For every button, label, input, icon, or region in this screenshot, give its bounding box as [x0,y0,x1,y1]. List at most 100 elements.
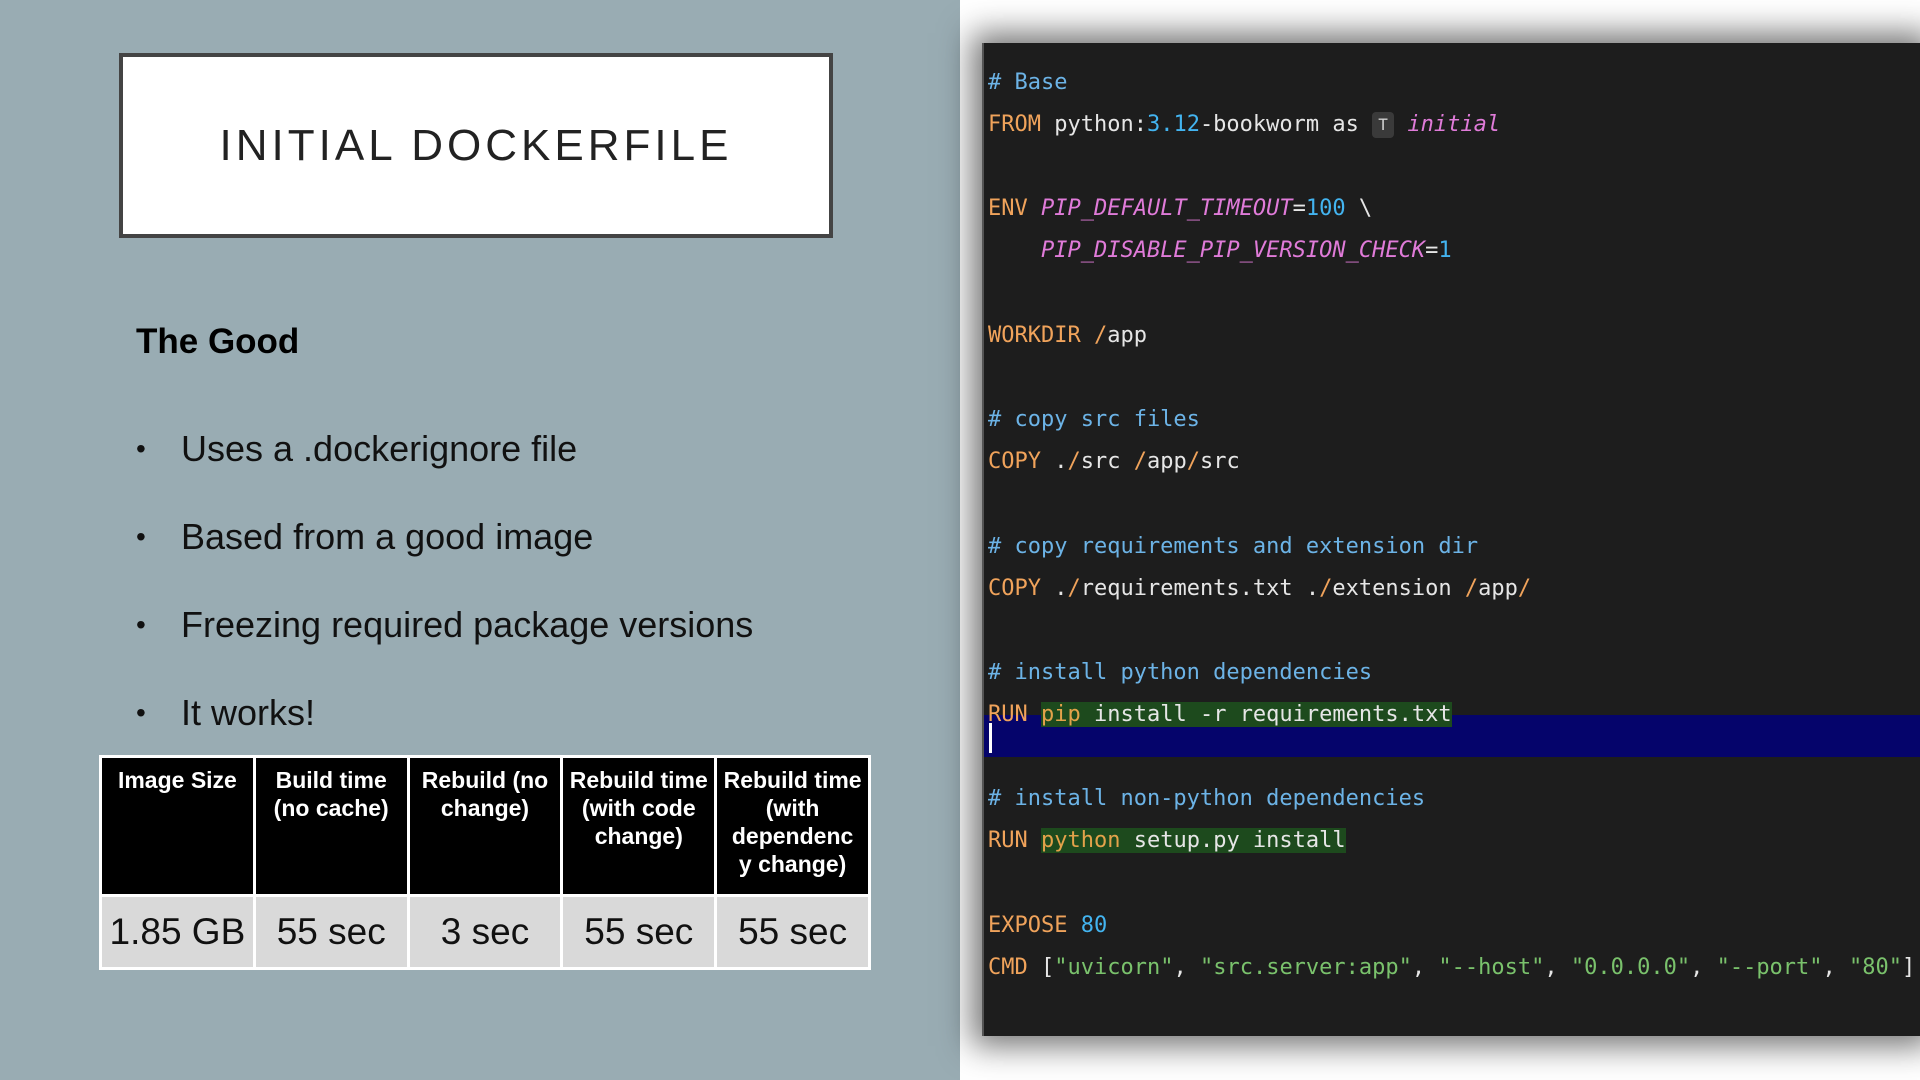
code-text: \ [1345,196,1373,221]
code-text: , [1411,955,1439,980]
code-keyword: WORKDIR [988,323,1081,348]
code-string: "src.server:app" [1199,955,1412,980]
code-text: app [1146,449,1187,474]
code-text: , [1544,955,1571,980]
bullet-item: • It works! [136,669,753,757]
tag-icon[interactable]: T [1372,112,1395,138]
code-variable: PIP_DEFAULT_TIMEOUT [1041,196,1293,221]
code-run-highlight: python setup.py install [1041,828,1346,853]
code-line: COPY ./requirements.txt ./extension /app… [988,568,1531,610]
code-comment: # install non-python dependencies [988,786,1426,811]
subheading: The Good [136,322,300,361]
table-header-cell: Rebuild time (with dependenc y change) [714,755,871,897]
table-header-cell: Build time (no cache) [252,755,410,897]
code-text: requirements.txt . [1080,576,1320,601]
code-number: 100 [1305,196,1346,221]
table-cell: 55 sec [560,894,718,970]
code-keyword: FROM [988,112,1041,137]
bullet-text: Freezing required package versions [181,604,754,645]
code-text: . [1040,449,1068,474]
code-line: RUN python setup.py install [988,820,1346,862]
code-stage-name: initial [1407,112,1501,137]
code-line: RUN pip install -r requirements.txt [988,694,1452,736]
bullet-icon: • [136,433,146,464]
code-operator: / [1067,449,1081,474]
code-text: . [1040,576,1068,601]
title-box: INITIAL DOCKERFILE [119,53,833,238]
code-text: setup.py install [1120,828,1346,853]
code-string: "--port" [1716,955,1823,980]
code-text: [ [1027,955,1055,980]
code-text: src [1199,449,1240,474]
code-string: "--host" [1438,955,1545,980]
code-keyword: EXPOSE [988,913,1068,938]
code-line: EXPOSE 80 [988,905,1107,947]
table-row: 1.85 GB 55 sec 3 sec 55 sec 55 sec [99,894,871,970]
code-comment: # Base [988,70,1068,95]
code-line: WORKDIR /app [988,315,1147,357]
code-keyword: COPY [988,576,1041,601]
code-line: # copy src files [988,399,1200,441]
code-command: python [1041,828,1121,853]
table-cell: 1.85 GB [99,894,256,970]
code-line: # install python dependencies [988,652,1372,694]
code-line: # install non-python dependencies [988,778,1425,820]
code-text: -bookworm as [1199,112,1373,137]
code-line: # Base [988,62,1067,104]
code-command: pip [1041,702,1081,727]
code-operator: / [1186,449,1200,474]
table-cell: 55 sec [714,894,871,970]
bullet-item: • Uses a .dockerignore file [136,405,753,493]
bullet-text: Based from a good image [181,516,594,557]
stats-table: Image Size Build time (no cache) Rebuild… [99,755,871,970]
code-text: , [1690,955,1717,980]
code-keyword: COPY [988,449,1041,474]
code-string: "80" [1849,955,1903,980]
code-keyword: CMD [988,955,1028,980]
code-line: COPY ./src /app/src [988,441,1240,483]
code-text: extension [1332,576,1465,601]
code-line: FROM python:3.12-bookworm as T initial [988,104,1500,146]
code-text: install -r requirements.txt [1080,702,1452,727]
code-text: app [1478,576,1518,601]
bullet-text: Uses a .dockerignore file [181,428,578,469]
code-operator: = [1292,196,1306,221]
code-string: "uvicorn" [1054,955,1174,980]
table-header-cell: Rebuild time (with code change) [560,755,718,897]
code-comment: # copy requirements and extension dir [988,534,1479,559]
code-text: src [1080,449,1134,474]
code-comment: # install python dependencies [988,660,1373,685]
code-operator: / [1517,576,1532,601]
code-operator: / [1067,576,1081,601]
code-operator: / [1319,576,1333,601]
code-operator: / [1464,576,1479,601]
code-line: PIP_DISABLE_PIP_VERSION_CHECK=1 [988,230,1452,272]
code-editor[interactable]: # Base FROM python:3.12-bookworm as T in… [982,43,1920,1036]
code-text: ] [1902,955,1916,980]
code-text: python: [1040,112,1147,137]
code-keyword: ENV [988,196,1028,221]
code-text: , [1173,955,1200,980]
table-header-cell: Rebuild (no change) [406,755,564,897]
code-variable: PIP_DISABLE_PIP_VERSION_CHECK [1040,238,1426,263]
code-line: # copy requirements and extension dir [988,526,1478,568]
code-number: 80 [1080,913,1108,938]
bullet-list: • Uses a .dockerignore file • Based from… [136,405,753,757]
code-keyword: RUN [988,828,1028,853]
slide-title: INITIAL DOCKERFILE [219,120,733,170]
code-text: , [1822,955,1850,980]
code-line: ENV PIP_DEFAULT_TIMEOUT=100 \ [988,188,1372,230]
code-run-highlight: pip install -r requirements.txt [1041,702,1452,727]
bullet-icon: • [136,609,146,640]
code-operator: / [1133,449,1147,474]
code-text: app [1107,323,1147,348]
table-cell: 3 sec [406,894,564,970]
table-header-cell: Image Size [99,755,256,897]
code-number: 3.12 [1146,112,1200,137]
code-operator: / [1080,323,1108,348]
bullet-text: It works! [181,692,316,733]
table-cell: 55 sec [252,894,410,970]
code-comment: # copy src files [988,407,1200,432]
bullet-item: • Freezing required package versions [136,581,753,669]
bullet-icon: • [136,697,146,728]
